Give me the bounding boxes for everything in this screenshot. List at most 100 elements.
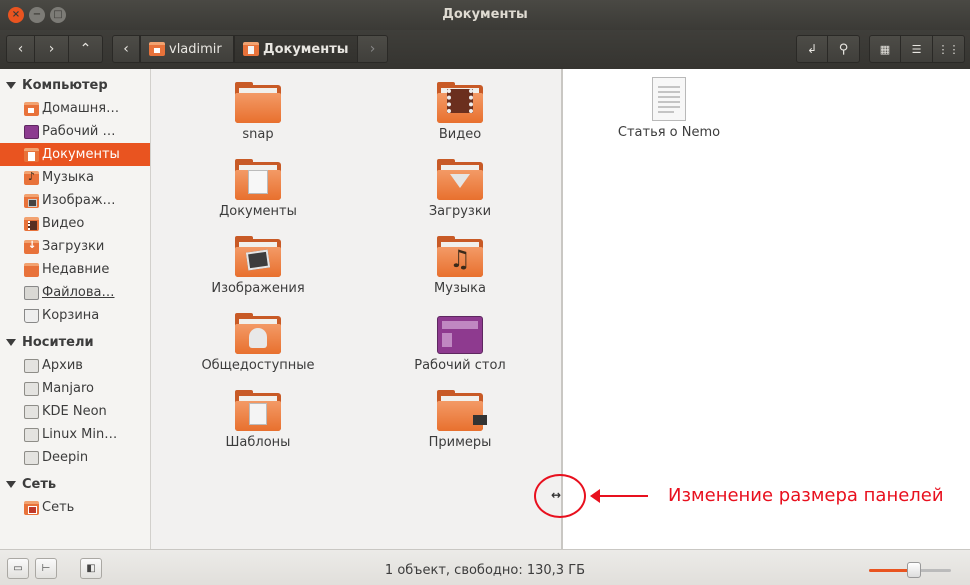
- downloads-folder-icon: [24, 239, 39, 254]
- list-view-icon: ☰: [911, 42, 922, 56]
- sidebar-item-trash[interactable]: Корзина: [0, 304, 150, 327]
- expander-icon: [6, 481, 16, 488]
- sidebar-item-videos[interactable]: Видео: [0, 212, 150, 235]
- breadcrumb-scroll-left-button[interactable]: ‹: [112, 35, 140, 63]
- compact-view-button[interactable]: ⋮⋮: [933, 35, 965, 63]
- sidebar-item-manjaro[interactable]: Manjaro: [0, 377, 150, 400]
- toolbar: ‹ › ⌃ ‹ vladimir Документы › ↲ ⚲ ▦ ☰ ⋮⋮: [0, 30, 970, 69]
- drive-icon: [24, 358, 39, 373]
- file-label: Примеры: [428, 435, 492, 450]
- file-label: Общедоступные: [201, 358, 315, 373]
- sidebar-item-label: Видео: [42, 216, 85, 231]
- breadcrumb-label: vladimir: [169, 41, 222, 57]
- right-pane[interactable]: Статья о Nemo: [562, 69, 970, 549]
- filesystem-icon: [24, 285, 39, 300]
- sidebar-item-network[interactable]: Сеть: [0, 496, 150, 519]
- folder-documents[interactable]: Документы: [168, 159, 348, 219]
- sidebar-item-filesystem[interactable]: Файлова…: [0, 281, 150, 304]
- examples-folder-icon: [437, 390, 487, 431]
- folder-downloads[interactable]: Загрузки: [370, 159, 550, 219]
- breadcrumb-label: Документы: [263, 41, 349, 57]
- sidebar-item-pictures[interactable]: Изображ…: [0, 189, 150, 212]
- search-button[interactable]: ⚲: [828, 35, 860, 63]
- sidebar-item-downloads[interactable]: Загрузки: [0, 235, 150, 258]
- trash-icon: [24, 308, 39, 323]
- icon-view-button[interactable]: ▦: [869, 35, 901, 63]
- sidebar-item-linux-mint[interactable]: Linux Min…: [0, 423, 150, 446]
- folder-music[interactable]: ♫ Музыка: [370, 236, 550, 296]
- sidebar-item-label: Музыка: [42, 170, 94, 185]
- chevron-right-icon: ›: [369, 41, 376, 57]
- folder-desktop[interactable]: Рабочий стол: [370, 316, 550, 373]
- window-title: Документы: [442, 7, 528, 22]
- desktop-icon: [24, 124, 39, 139]
- folder-videos[interactable]: Видео: [370, 82, 550, 142]
- folder-pictures[interactable]: Изображения: [168, 236, 348, 296]
- templates-folder-icon: [235, 390, 281, 431]
- sidebar-item-label: Архив: [42, 358, 83, 373]
- drive-icon: [24, 404, 39, 419]
- status-text: 1 объект, свободно: 130,3 ГБ: [384, 563, 586, 578]
- file-label: Статья о Nemo: [617, 125, 721, 140]
- expander-icon: [6, 82, 16, 89]
- folder-snap[interactable]: snap: [168, 82, 348, 142]
- sidebar-item-label: Deepin: [42, 450, 89, 465]
- sidebar-item-label: Недавние: [42, 262, 110, 277]
- compact-view-icon: ⋮⋮: [937, 42, 960, 56]
- drive-icon: [24, 427, 39, 442]
- chevron-left-icon: ‹: [123, 41, 129, 57]
- sidebar-item-label: Изображ…: [42, 193, 116, 208]
- sidebar-section-network[interactable]: Сеть: [0, 473, 150, 496]
- file-label: Рабочий стол: [414, 358, 506, 373]
- file-label: snap: [242, 127, 274, 142]
- drive-icon: [24, 450, 39, 465]
- file-article-nemo[interactable]: Статья о Nemo: [579, 77, 759, 140]
- breadcrumb-vladimir[interactable]: vladimir: [140, 35, 234, 63]
- list-view-button[interactable]: ☰: [901, 35, 933, 63]
- sidebar-item-label: Домашня…: [42, 101, 120, 116]
- home-folder-icon: [149, 42, 165, 56]
- grid-view-icon: ▦: [879, 42, 891, 56]
- recent-icon: [24, 262, 39, 277]
- title-bar: × − □ Документы: [0, 0, 970, 30]
- sidebar-item-deepin[interactable]: Deepin: [0, 446, 150, 469]
- up-button[interactable]: ⌃: [69, 35, 103, 63]
- left-pane[interactable]: snap Видео Документы Загрузки Изображени…: [152, 69, 561, 549]
- breadcrumb-scroll-right-button[interactable]: ›: [358, 35, 388, 63]
- documents-folder-icon: [243, 42, 259, 56]
- back-button[interactable]: ‹: [6, 35, 35, 63]
- sidebar-item-documents[interactable]: Документы: [0, 143, 150, 166]
- zoom-slider[interactable]: [869, 562, 951, 578]
- sidebar-item-label: Загрузки: [42, 239, 105, 254]
- pictures-folder-icon: [235, 236, 281, 277]
- breadcrumb-documents[interactable]: Документы: [234, 35, 358, 63]
- sidebar-item-desktop[interactable]: Рабочий …: [0, 120, 150, 143]
- location-entry-icon: ↲: [806, 42, 818, 56]
- forward-button[interactable]: ›: [35, 35, 69, 63]
- sidebar-item-archive[interactable]: Архив: [0, 354, 150, 377]
- desktop-folder-icon: [437, 316, 483, 354]
- videos-folder-icon: [437, 82, 483, 123]
- sidebar-item-kde-neon[interactable]: KDE Neon: [0, 400, 150, 423]
- folder-public[interactable]: Общедоступные: [168, 313, 348, 373]
- folder-examples[interactable]: Примеры: [370, 390, 550, 450]
- sidebar-item-label: Корзина: [42, 308, 100, 323]
- annotation-arrow: [590, 489, 648, 503]
- sidebar-section-computer[interactable]: Компьютер: [0, 74, 150, 97]
- chevron-up-icon: ⌃: [79, 41, 92, 57]
- network-icon: [24, 500, 39, 515]
- sidebar-section-devices[interactable]: Носители: [0, 331, 150, 354]
- videos-folder-icon: [24, 216, 39, 231]
- sidebar-item-label: Manjaro: [42, 381, 95, 396]
- folder-templates[interactable]: Шаблоны: [168, 390, 348, 450]
- file-label: Изображения: [211, 281, 305, 296]
- sidebar-item-music[interactable]: Музыка: [0, 166, 150, 189]
- chevron-right-icon: ›: [48, 41, 55, 57]
- documents-folder-icon: [235, 159, 281, 200]
- sidebar-item-home[interactable]: Домашня…: [0, 97, 150, 120]
- music-folder-icon: [24, 170, 39, 185]
- sidebar-item-recent[interactable]: Недавние: [0, 258, 150, 281]
- toggle-location-button[interactable]: ↲: [796, 35, 828, 63]
- resize-handle-icon[interactable]: ↔: [551, 488, 561, 502]
- zoom-slider-knob[interactable]: [907, 562, 922, 578]
